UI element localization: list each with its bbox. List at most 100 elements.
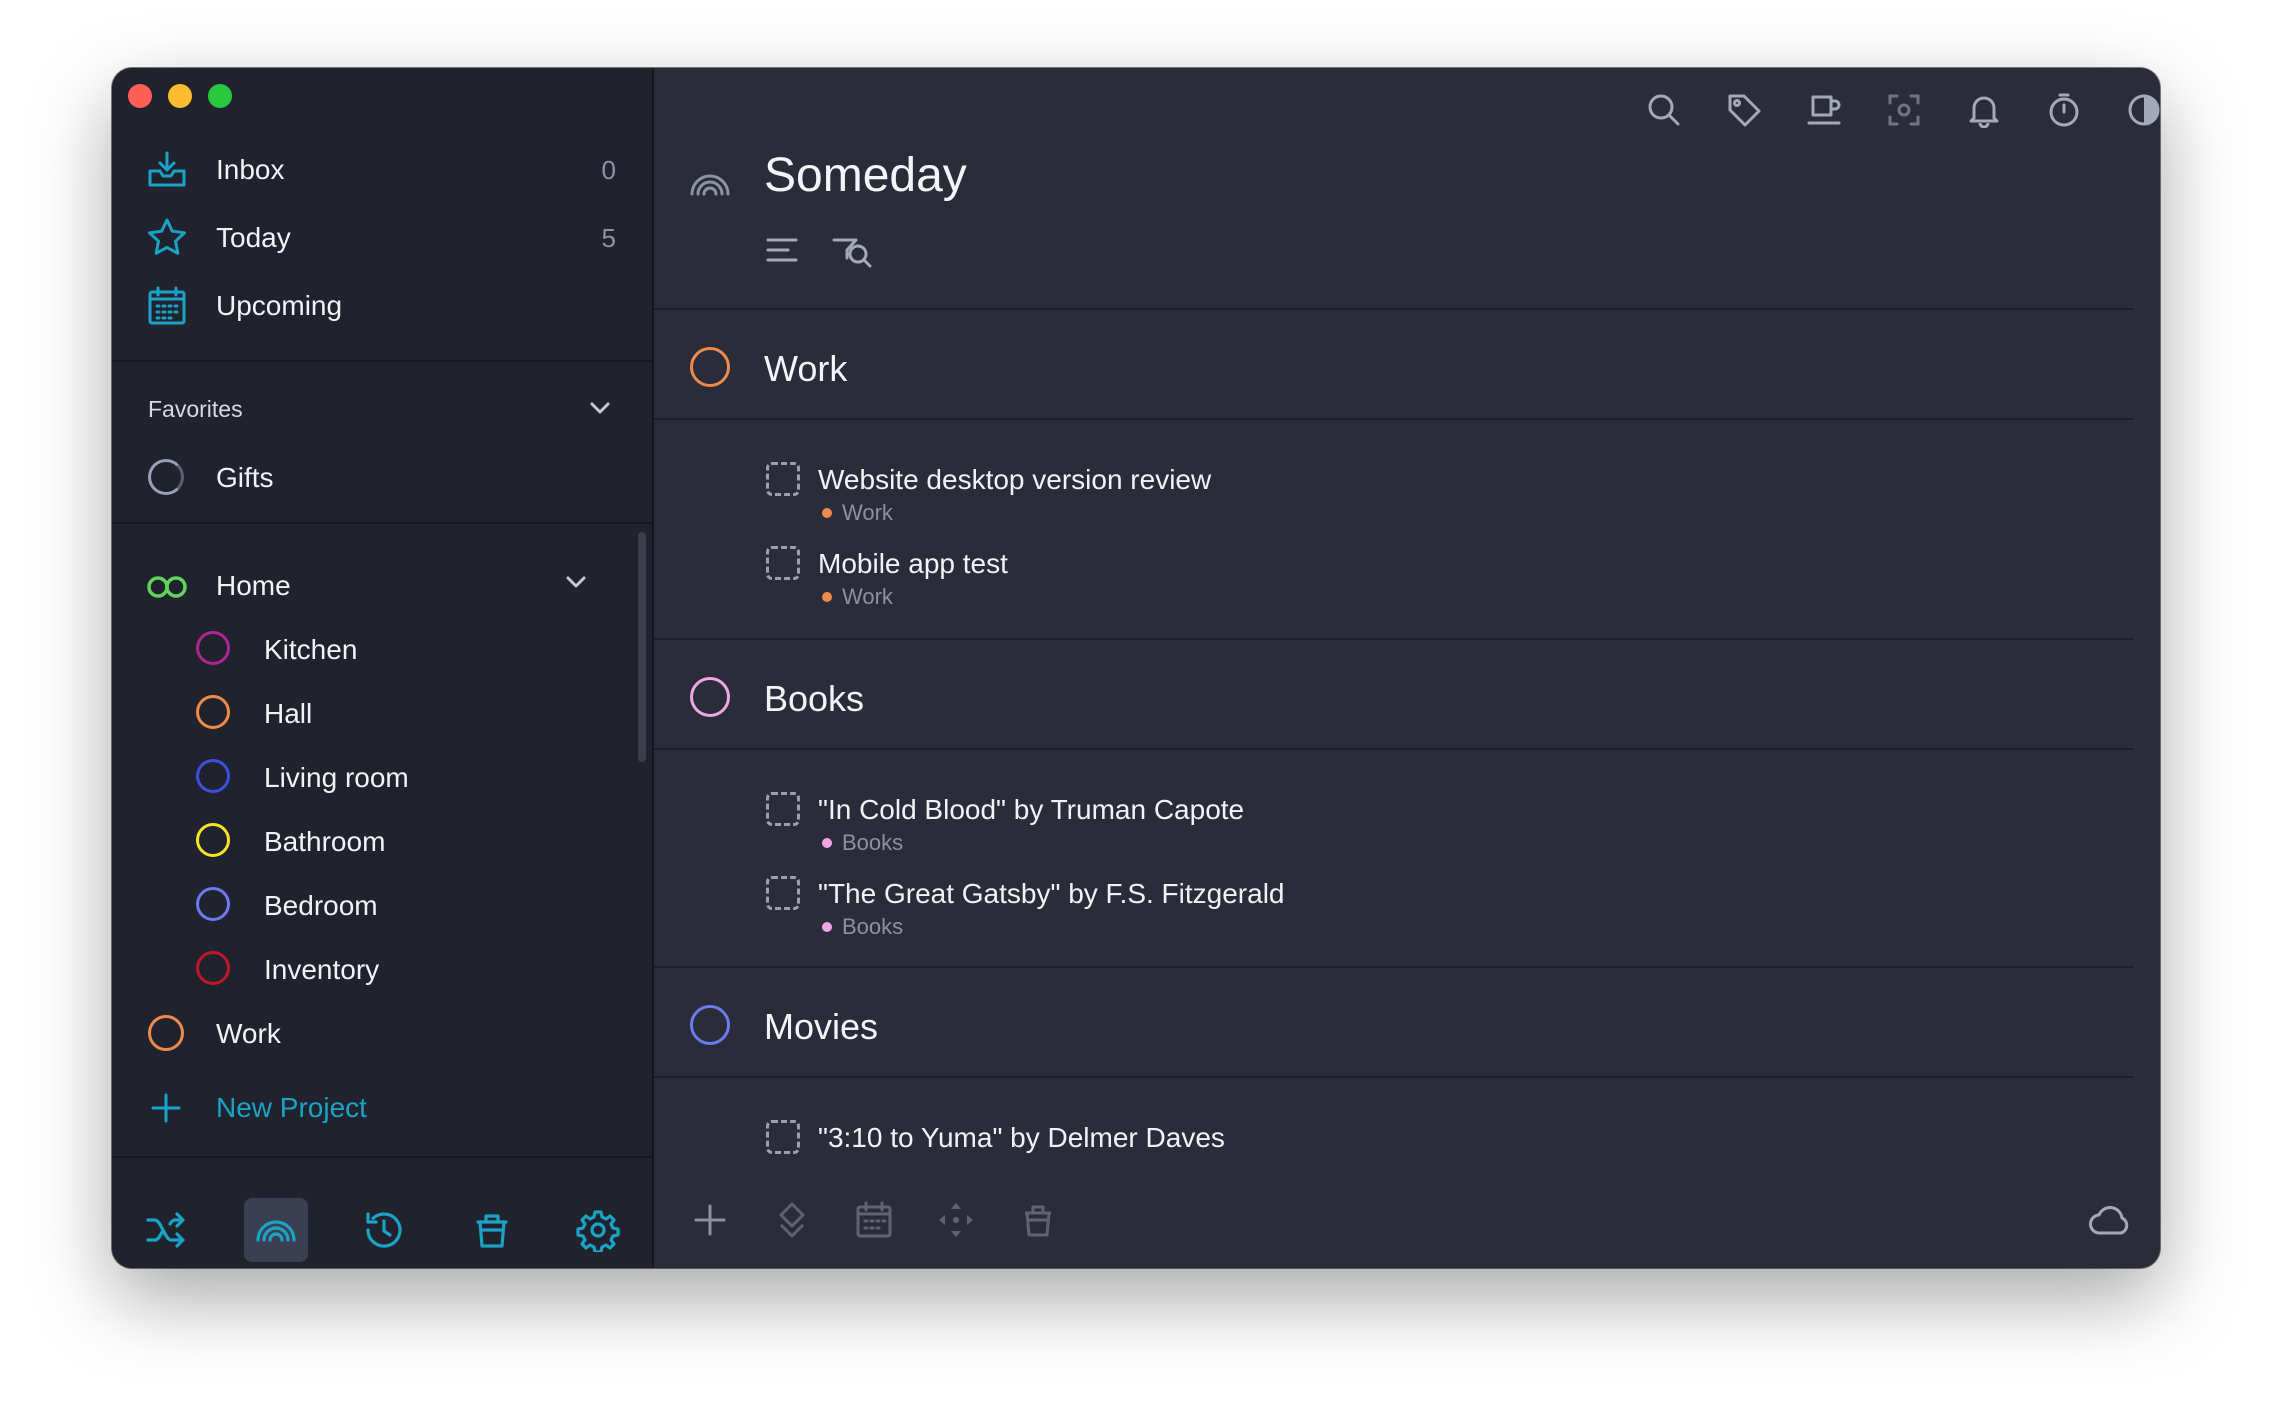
work-ring-icon <box>690 347 730 387</box>
list-divider <box>654 418 2134 420</box>
schedule-icon[interactable] <box>852 1198 896 1242</box>
task-row[interactable]: "3:10 to Yuma" by Delmer Daves <box>654 1116 2134 1196</box>
sidebar-item-label: Inventory <box>264 954 380 985</box>
group-title: Books <box>764 678 865 719</box>
sidebar-item-today[interactable]: Today 5 <box>112 208 652 268</box>
today-count: 5 <box>601 222 616 253</box>
main-panel: Someday Work Website desktop version rev… <box>654 68 2160 1268</box>
new-project-button[interactable]: New Project <box>112 1078 652 1138</box>
search-icon[interactable] <box>1642 88 1686 132</box>
kitchen-ring-icon <box>196 631 230 665</box>
sidebar-item-label: Inbox <box>216 154 285 185</box>
sidebar-item-bathroom[interactable]: Bathroom <box>112 812 652 872</box>
sidebar-item-label: Upcoming <box>216 290 343 321</box>
sidebar-item-label: Kitchen <box>264 634 358 665</box>
new-project-label: New Project <box>216 1092 367 1123</box>
sidebar-bottom-bar <box>112 1156 652 1268</box>
add-icon[interactable] <box>688 1198 732 1242</box>
sidebar-item-label: Living room <box>264 762 409 793</box>
delete-icon[interactable] <box>1016 1198 1060 1242</box>
living-room-ring-icon <box>196 759 230 793</box>
sidebar-item-label: Bathroom <box>264 826 386 857</box>
someday-icon[interactable] <box>244 1198 308 1262</box>
sidebar-divider <box>112 522 652 524</box>
main-bottom-toolbar <box>654 1188 2160 1268</box>
filter-search-icon[interactable] <box>830 228 874 277</box>
list-divider <box>654 1076 2134 1078</box>
task-checkbox[interactable] <box>766 546 800 580</box>
group-header-books[interactable]: Books <box>654 640 2134 748</box>
sidebar-item-label: Today <box>216 222 291 253</box>
tag-dot-icon <box>822 922 832 932</box>
arrange-icon[interactable] <box>934 1198 978 1242</box>
tag-icon[interactable] <box>1722 88 1766 132</box>
minimize-window-button[interactable] <box>168 84 192 108</box>
task-row[interactable]: "The Great Gatsby" by F.S. Fitzgerald Bo… <box>654 872 2134 952</box>
sidebar-scrollbar[interactable] <box>638 532 646 762</box>
chevron-down-icon[interactable] <box>586 394 614 422</box>
sidebar-item-hall[interactable]: Hall <box>112 684 652 744</box>
cloud-icon[interactable] <box>2088 1198 2132 1242</box>
task-checkbox[interactable] <box>766 1120 800 1154</box>
task-project-tag: Books <box>842 914 904 939</box>
task-project-tag: Books <box>842 830 904 855</box>
gifts-ring-icon <box>148 459 184 495</box>
zoom-window-button[interactable] <box>208 84 232 108</box>
page-title: Someday <box>764 149 967 202</box>
tag-dot-icon <box>822 838 832 848</box>
star-icon <box>146 217 188 259</box>
sidebar-item-inventory[interactable]: Inventory <box>112 940 652 1000</box>
inbox-icon <box>146 149 188 191</box>
sidebar-item-gifts[interactable]: Gifts <box>112 448 652 508</box>
sidebar-item-bedroom[interactable]: Bedroom <box>112 876 652 936</box>
sidebar-item-label: Work <box>216 1018 281 1049</box>
contrast-icon[interactable] <box>2122 88 2160 132</box>
close-window-button[interactable] <box>128 84 152 108</box>
task-row[interactable]: Mobile app test Work <box>654 542 2134 622</box>
sidebar: Inbox 0 Today 5 Upcoming Favorites Gifts… <box>112 68 654 1268</box>
shuffle-icon[interactable] <box>134 1198 198 1262</box>
inventory-ring-icon <box>196 951 230 985</box>
top-toolbar <box>654 88 2160 138</box>
sidebar-item-label: Gifts <box>216 462 274 493</box>
hall-ring-icon <box>196 695 230 729</box>
plus-icon <box>150 1092 182 1129</box>
sidebar-item-upcoming[interactable]: Upcoming <box>112 276 652 336</box>
app-window: Inbox 0 Today 5 Upcoming Favorites Gifts… <box>112 68 2160 1268</box>
sidebar-item-work[interactable]: Work <box>112 1004 652 1064</box>
group-header-movies[interactable]: Movies <box>654 968 2134 1076</box>
trash-icon[interactable] <box>460 1198 524 1262</box>
bell-icon[interactable] <box>1962 88 2006 132</box>
timer-icon[interactable] <box>2042 88 2086 132</box>
calendar-icon <box>146 285 188 327</box>
sidebar-divider <box>112 360 652 362</box>
tag-dot-icon <box>822 592 832 602</box>
task-project-tag: Work <box>842 500 893 525</box>
sidebar-item-label: Home <box>216 570 291 601</box>
task-checkbox[interactable] <box>766 876 800 910</box>
settings-icon[interactable] <box>566 1198 630 1262</box>
favorites-title: Favorites <box>148 396 243 422</box>
bedroom-ring-icon <box>196 887 230 921</box>
someday-icon <box>688 162 732 211</box>
focus-icon[interactable] <box>1882 88 1926 132</box>
movies-ring-icon <box>690 1005 730 1045</box>
task-row[interactable]: Website desktop version review Work <box>654 458 2134 538</box>
history-icon[interactable] <box>352 1198 416 1262</box>
task-checkbox[interactable] <box>766 792 800 826</box>
sidebar-item-kitchen[interactable]: Kitchen <box>112 620 652 680</box>
move-icon[interactable] <box>770 1198 814 1242</box>
task-title: "3:10 to Yuma" by Delmer Daves <box>818 1122 1225 1153</box>
task-row[interactable]: "In Cold Blood" by Truman Capote Books <box>654 788 2134 868</box>
sidebar-item-inbox[interactable]: Inbox 0 <box>112 140 652 200</box>
task-checkbox[interactable] <box>766 462 800 496</box>
chevron-down-icon[interactable] <box>562 568 590 596</box>
task-project-tag: Work <box>842 584 893 609</box>
sidebar-item-living-room[interactable]: Living room <box>112 748 652 808</box>
group-header-work[interactable]: Work <box>654 310 2134 418</box>
list-divider <box>654 748 2134 750</box>
books-ring-icon <box>690 677 730 717</box>
group-title: Work <box>764 348 848 389</box>
coffee-icon[interactable] <box>1802 88 1846 132</box>
sort-icon[interactable] <box>764 232 800 273</box>
